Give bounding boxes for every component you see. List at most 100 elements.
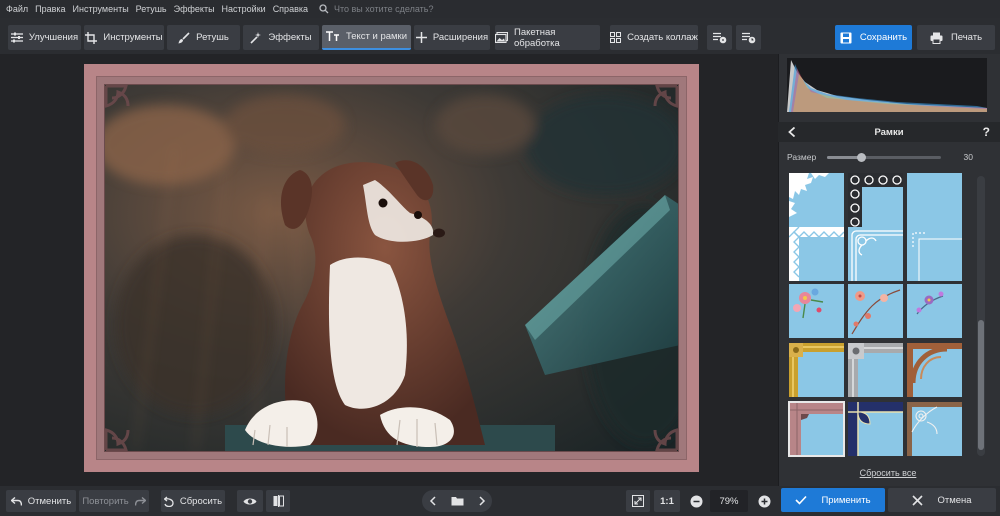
save-button[interactable]: Сохранить bbox=[835, 25, 912, 50]
compare-icon bbox=[273, 495, 284, 507]
menu-tools[interactable]: Инструменты bbox=[73, 4, 129, 14]
chevron-right-icon[interactable] bbox=[478, 496, 486, 506]
histogram bbox=[787, 58, 987, 112]
close-icon bbox=[912, 494, 924, 506]
chevron-left-icon[interactable] bbox=[788, 127, 796, 137]
menu-edit[interactable]: Правка bbox=[35, 4, 65, 14]
tab-extensions[interactable]: Расширения bbox=[414, 25, 490, 50]
zoom-out-button[interactable] bbox=[684, 490, 708, 512]
cancel-label: Отмена bbox=[937, 494, 972, 506]
reset-button[interactable]: Сбросить bbox=[161, 490, 225, 512]
frame-thumb-floral-purple[interactable] bbox=[907, 284, 962, 338]
undo-button[interactable]: Отменить bbox=[6, 490, 76, 512]
silver-lace-icon bbox=[907, 402, 962, 456]
actual-size-button[interactable]: 1:1 bbox=[654, 490, 680, 512]
swirl-frame-icon bbox=[848, 173, 903, 227]
redo-button[interactable]: Повторить bbox=[79, 490, 149, 512]
search-placeholder: Что вы хотите сделать? bbox=[334, 4, 434, 14]
dotted-corner-icon bbox=[912, 232, 962, 281]
print-label: Печать bbox=[950, 32, 983, 43]
list-clock-icon bbox=[741, 32, 755, 43]
frame-thumb-white-diamond[interactable] bbox=[789, 227, 844, 281]
zoom-out-icon bbox=[690, 495, 702, 507]
frame-thumb-silver-ornate[interactable] bbox=[848, 343, 903, 397]
menu-settings[interactable]: Настройки bbox=[222, 4, 266, 14]
frame-thumb-white-lace[interactable] bbox=[789, 173, 844, 227]
frame-thumb-cyan-plain[interactable] bbox=[907, 173, 962, 227]
tab-effects-label: Эффекты bbox=[268, 32, 312, 43]
pink-classic-icon bbox=[789, 402, 844, 456]
save-label: Сохранить bbox=[859, 32, 908, 43]
tab-tools[interactable]: Инструменты bbox=[84, 25, 164, 50]
size-row: Размер 30 bbox=[787, 150, 987, 164]
printer-icon bbox=[930, 32, 943, 44]
text-icon bbox=[325, 31, 339, 41]
frames-panel-header: Рамки ? bbox=[778, 122, 1000, 142]
fit-screen-button[interactable] bbox=[626, 490, 650, 512]
frame-thumb-navy-ornate[interactable] bbox=[848, 402, 903, 456]
size-slider-handle[interactable] bbox=[857, 153, 866, 162]
frames-scrollbar-handle[interactable] bbox=[978, 320, 984, 450]
frame-thumb-white-corner-ornament[interactable] bbox=[848, 227, 903, 281]
corner-ornament-icon bbox=[851, 230, 903, 281]
frame-thumb-floral-pink[interactable] bbox=[789, 284, 844, 338]
tab-enhancements-label: Улучшения bbox=[28, 32, 79, 43]
size-value: 30 bbox=[963, 152, 973, 162]
cancel-button[interactable]: Отмена bbox=[888, 488, 996, 512]
frame-thumb-gold-baroque[interactable] bbox=[789, 343, 844, 397]
frame-thumb-silver-lace[interactable] bbox=[907, 402, 962, 456]
menu-file[interactable]: Файл bbox=[6, 4, 28, 14]
menu-bar: Файл Правка Инструменты Ретушь Эффекты Н… bbox=[0, 0, 1000, 18]
checkmark-icon bbox=[795, 495, 808, 505]
folder-icon[interactable] bbox=[451, 496, 464, 506]
zoom-in-button[interactable] bbox=[752, 490, 776, 512]
presets-button[interactable] bbox=[736, 25, 761, 50]
eye-icon bbox=[243, 498, 257, 504]
tab-enhancements[interactable]: Улучшения bbox=[8, 25, 81, 50]
panel-title: Рамки bbox=[874, 126, 904, 138]
brush-icon bbox=[178, 31, 190, 43]
print-button[interactable]: Печать bbox=[917, 25, 995, 50]
tab-tools-label: Инструменты bbox=[103, 32, 163, 43]
menu-search[interactable]: Что вы хотите сделать? bbox=[319, 4, 434, 14]
apply-button[interactable]: Применить bbox=[781, 488, 885, 512]
navy-frame-icon bbox=[848, 402, 903, 456]
zoom-level[interactable]: 79% bbox=[710, 490, 748, 512]
crop-icon bbox=[85, 31, 98, 44]
preview-button[interactable] bbox=[237, 490, 263, 512]
menu-retouch[interactable]: Ретушь bbox=[136, 4, 167, 14]
reset-icon bbox=[163, 495, 174, 507]
frame-thumb-floral-peach[interactable] bbox=[848, 284, 903, 338]
frame-thumb-white-swirl[interactable] bbox=[848, 173, 903, 227]
magic-wand-icon bbox=[250, 31, 262, 44]
help-icon[interactable]: ? bbox=[983, 125, 990, 139]
history-button[interactable] bbox=[707, 25, 732, 50]
size-slider-fill bbox=[827, 156, 861, 159]
list-settings-icon bbox=[712, 32, 726, 43]
floppy-icon bbox=[840, 32, 852, 43]
floral-peach-icon bbox=[851, 289, 901, 335]
frame-thumb-brown-curl[interactable] bbox=[907, 343, 962, 397]
gold-frame-icon bbox=[789, 343, 844, 397]
frame-corner-ornaments bbox=[104, 84, 679, 452]
tab-text-frames[interactable]: Текст и рамки bbox=[322, 25, 411, 50]
batch-processing-label: Пакетная обработка bbox=[514, 26, 560, 49]
silver-frame-icon bbox=[848, 343, 903, 397]
menu-help[interactable]: Справка bbox=[273, 4, 308, 14]
chevron-left-icon[interactable] bbox=[429, 496, 437, 506]
compare-button[interactable] bbox=[266, 490, 290, 512]
frame-thumb-white-dotted-corner[interactable] bbox=[907, 227, 962, 281]
diamond-frame-icon bbox=[789, 227, 844, 281]
brown-curl-icon bbox=[907, 343, 962, 397]
frame-thumb-pink-classic[interactable] bbox=[788, 401, 845, 457]
tab-retouch[interactable]: Ретушь bbox=[167, 25, 240, 50]
collage-icon bbox=[610, 32, 622, 43]
reset-all-link[interactable]: Сбросить все bbox=[850, 468, 926, 480]
zoom-in-icon bbox=[758, 495, 770, 507]
batch-processing-button[interactable]: Пакетная обработка bbox=[495, 25, 600, 50]
create-collage-button[interactable]: Создать коллаж bbox=[610, 25, 698, 50]
size-label: Размер bbox=[787, 152, 817, 162]
redo-label: Повторить bbox=[82, 495, 129, 507]
menu-effects[interactable]: Эффекты bbox=[174, 4, 215, 14]
tab-effects[interactable]: Эффекты bbox=[243, 25, 319, 50]
